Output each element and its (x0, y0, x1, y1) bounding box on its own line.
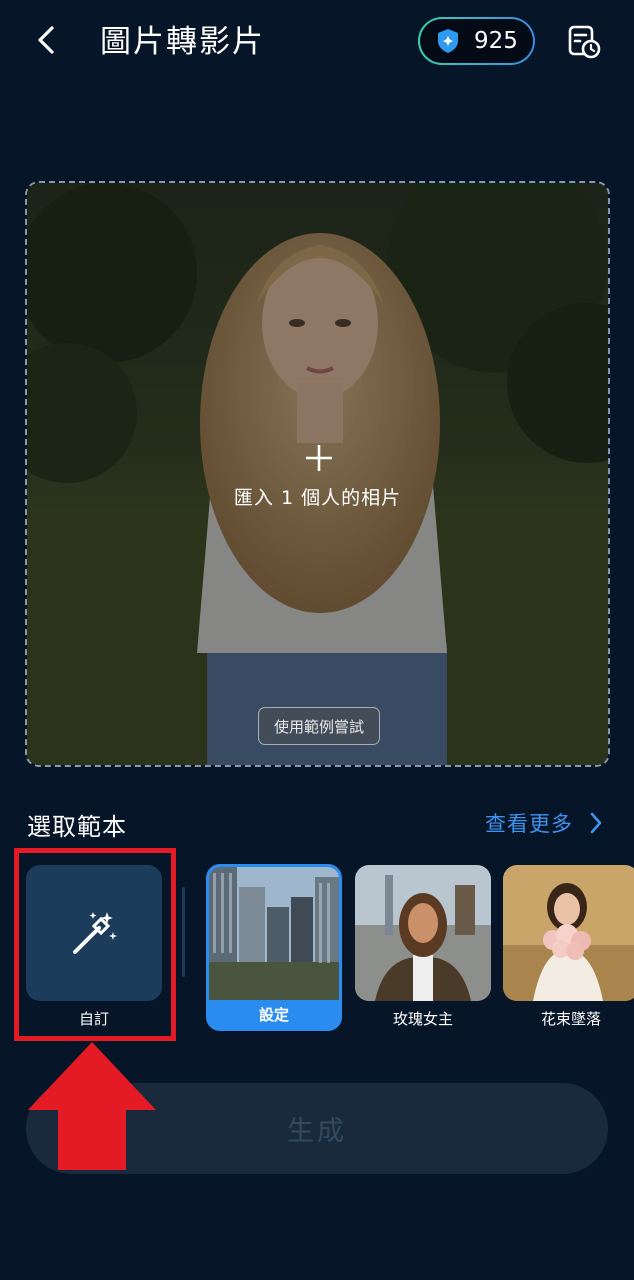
section-title: 選取範本 (27, 813, 127, 841)
top-bar: 圖片轉影片 925 (0, 0, 634, 84)
back-button[interactable] (30, 20, 66, 60)
template-label: 設定 (258, 1005, 289, 1024)
page-title: 圖片轉影片 (100, 24, 265, 60)
chevron-left-icon (38, 26, 54, 54)
city-image (209, 867, 339, 1000)
template-rose-heroine[interactable]: 玫瑰女主 (355, 865, 491, 1028)
template-thumb (355, 865, 491, 1001)
template-thumb (209, 867, 339, 1000)
photo-upload-area[interactable]: 匯入 1 個人的相片 使用範例嘗試 (25, 181, 610, 767)
credits-badge[interactable]: 925 (418, 17, 535, 65)
bouquet-image (503, 865, 634, 1001)
history-icon (568, 25, 601, 59)
rose-heroine-image (355, 865, 491, 1001)
shield-icon (438, 29, 458, 53)
see-more-link[interactable]: 查看更多 (485, 808, 603, 838)
see-more-label: 查看更多 (485, 812, 573, 836)
template-bouquet-fall[interactable]: 花束墜落 (503, 865, 634, 1028)
red-up-arrow (28, 1042, 156, 1170)
highlight-box (14, 848, 176, 1041)
template-label: 玫瑰女主 (392, 1010, 453, 1028)
upload-prompt: 匯入 1 個人的相片 (233, 487, 402, 509)
history-button[interactable] (566, 22, 602, 60)
plus-icon (306, 445, 332, 471)
photo-overlay (27, 183, 608, 765)
chevron-right-icon (590, 812, 602, 834)
try-example-button[interactable]: 使用範例嘗試 (258, 707, 380, 745)
template-setting[interactable]: 設定 (206, 864, 342, 1031)
template-label: 花束墜落 (540, 1010, 601, 1028)
credits-count: 925 (474, 28, 518, 54)
template-divider (182, 887, 185, 977)
template-thumb (503, 865, 634, 1001)
